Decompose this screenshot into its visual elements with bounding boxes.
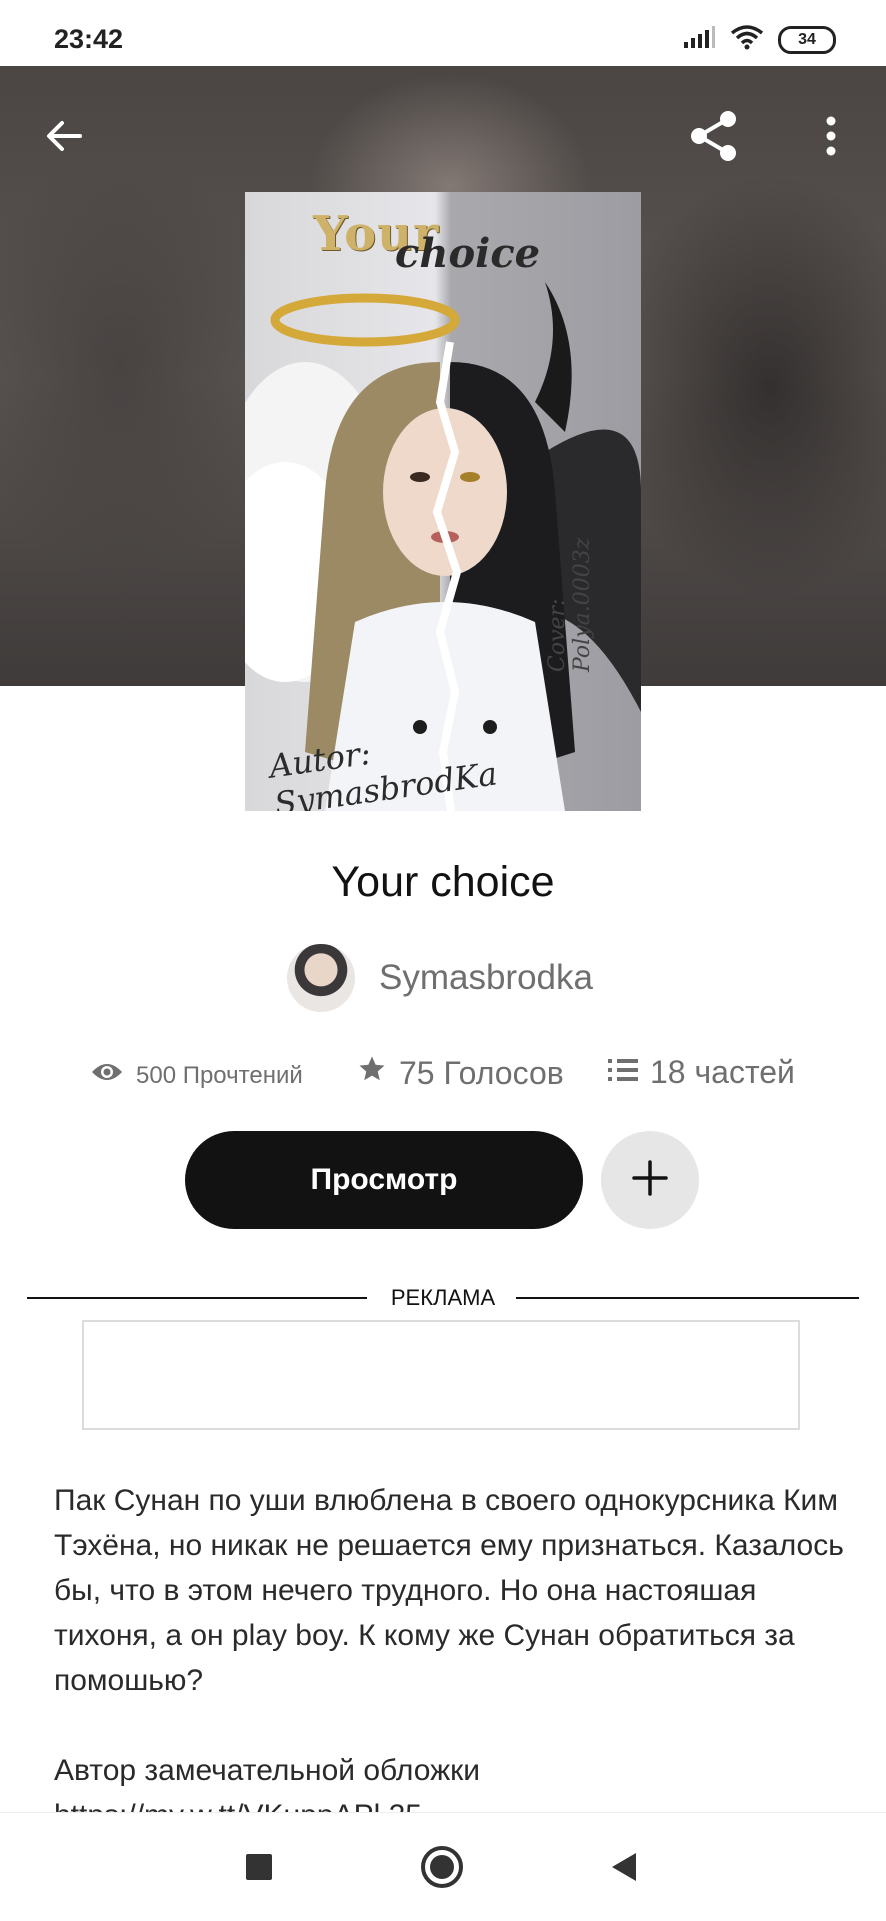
battery-icon: 34 bbox=[778, 25, 836, 54]
votes-count: 75 Голосов bbox=[399, 1054, 564, 1091]
ad-banner[interactable] bbox=[82, 1320, 800, 1430]
author-link[interactable]: Symasbrodka bbox=[287, 944, 593, 1012]
read-button[interactable]: Просмотр bbox=[185, 1131, 583, 1229]
cover-title-line2: choice bbox=[395, 230, 541, 277]
votes-stat: 75 Голосов bbox=[357, 1054, 564, 1092]
wifi-icon bbox=[730, 24, 764, 55]
nav-back-button[interactable] bbox=[598, 1843, 650, 1895]
reads-count: 500 Прочтений bbox=[136, 1061, 303, 1089]
star-icon bbox=[357, 1054, 387, 1092]
back-button[interactable] bbox=[36, 110, 92, 166]
author-name[interactable]: Symasbrodka bbox=[379, 958, 593, 998]
more-vert-icon bbox=[825, 116, 837, 161]
cover-credit: Cover: Polya.0003z bbox=[545, 537, 595, 672]
cover-artwork bbox=[245, 282, 641, 811]
story-cover[interactable]: Your choice Autor: SymasbrodKa Cover: Pol… bbox=[245, 192, 641, 811]
list-icon bbox=[608, 1054, 638, 1091]
share-icon bbox=[686, 108, 742, 169]
eye-icon bbox=[90, 1060, 124, 1091]
story-title: Your choice bbox=[331, 858, 555, 906]
back-triangle-icon bbox=[609, 1851, 639, 1888]
description-paragraph: Автор замечательной обложки https://my.w… bbox=[54, 1754, 481, 1812]
more-options-button[interactable] bbox=[803, 110, 859, 166]
back-arrow-icon bbox=[44, 118, 84, 159]
parts-count: 18 частей bbox=[650, 1054, 795, 1090]
description-paragraph: Пак Сунан по уши влюблена в своего однок… bbox=[54, 1484, 844, 1697]
recents-square-icon bbox=[245, 1853, 273, 1886]
system-nav-bar bbox=[0, 1812, 886, 1921]
reads-stat: 500 Прочтений bbox=[90, 1060, 303, 1091]
recents-button[interactable] bbox=[233, 1843, 285, 1895]
ad-label: РЕКЛАМА bbox=[390, 1285, 496, 1310]
status-time: 23:42 bbox=[54, 24, 124, 54]
avatar[interactable] bbox=[287, 944, 355, 1012]
home-button[interactable] bbox=[416, 1843, 468, 1895]
add-to-library-button[interactable] bbox=[601, 1131, 699, 1229]
signal-icon bbox=[682, 25, 716, 54]
home-circle-icon bbox=[419, 1844, 465, 1895]
story-stats: 500 Прочтений 75 Голосов 18 частей bbox=[0, 1054, 886, 1098]
plus-icon bbox=[630, 1158, 670, 1203]
share-button[interactable] bbox=[686, 110, 742, 166]
story-description: Пак Сунан по уши влюблена в своего однок… bbox=[54, 1478, 844, 1812]
parts-stat: 18 частей bbox=[608, 1054, 795, 1091]
status-bar: 23:42 34 bbox=[0, 0, 886, 66]
